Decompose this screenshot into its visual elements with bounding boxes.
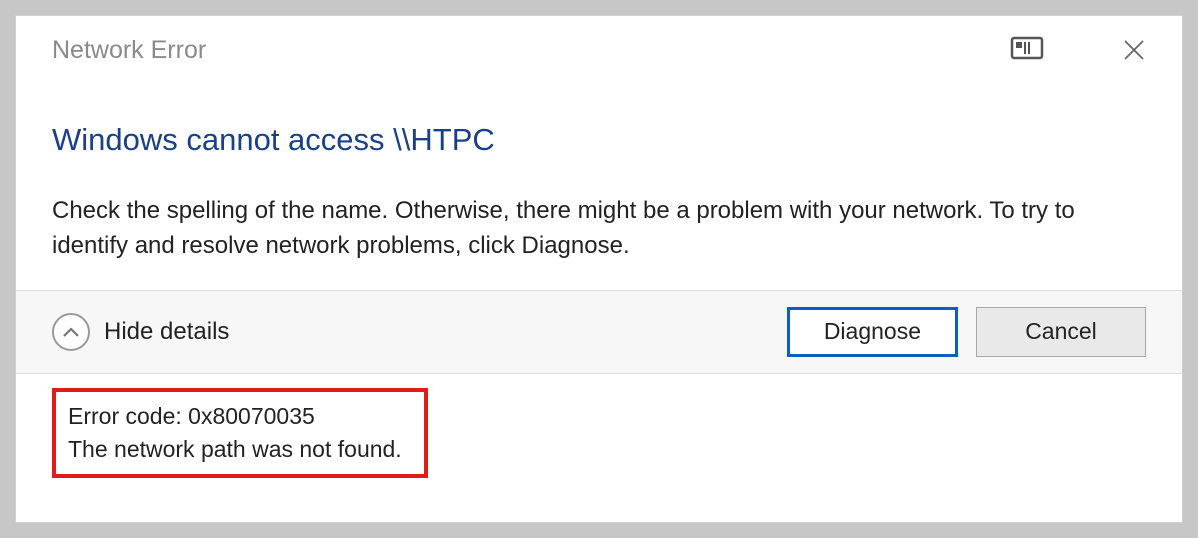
- error-code-line: Error code: 0x80070035: [68, 400, 402, 433]
- network-error-dialog: Network Error: [15, 15, 1183, 523]
- details-panel: Error code: 0x80070035 The network path …: [16, 373, 1182, 515]
- titlebar: Network Error: [16, 16, 1182, 78]
- dialog-title: Network Error: [52, 36, 1010, 65]
- error-description: Check the spelling of the name. Otherwis…: [52, 194, 1146, 264]
- monitor-icon: [1010, 36, 1044, 64]
- error-code-box: Error code: 0x80070035 The network path …: [52, 388, 428, 479]
- chevron-up-icon: [52, 313, 90, 351]
- error-heading: Windows cannot access \\HTPC: [52, 122, 1146, 158]
- diagnose-button[interactable]: Diagnose: [787, 307, 958, 357]
- error-message-line: The network path was not found.: [68, 433, 402, 466]
- details-toggle-label: Hide details: [104, 318, 229, 346]
- cancel-button[interactable]: Cancel: [976, 307, 1146, 357]
- details-toggle[interactable]: Hide details: [52, 313, 229, 351]
- dialog-content: Windows cannot access \\HTPC Check the s…: [16, 78, 1182, 290]
- close-button[interactable]: [1114, 30, 1154, 70]
- dialog-footer: Hide details Diagnose Cancel: [16, 290, 1182, 373]
